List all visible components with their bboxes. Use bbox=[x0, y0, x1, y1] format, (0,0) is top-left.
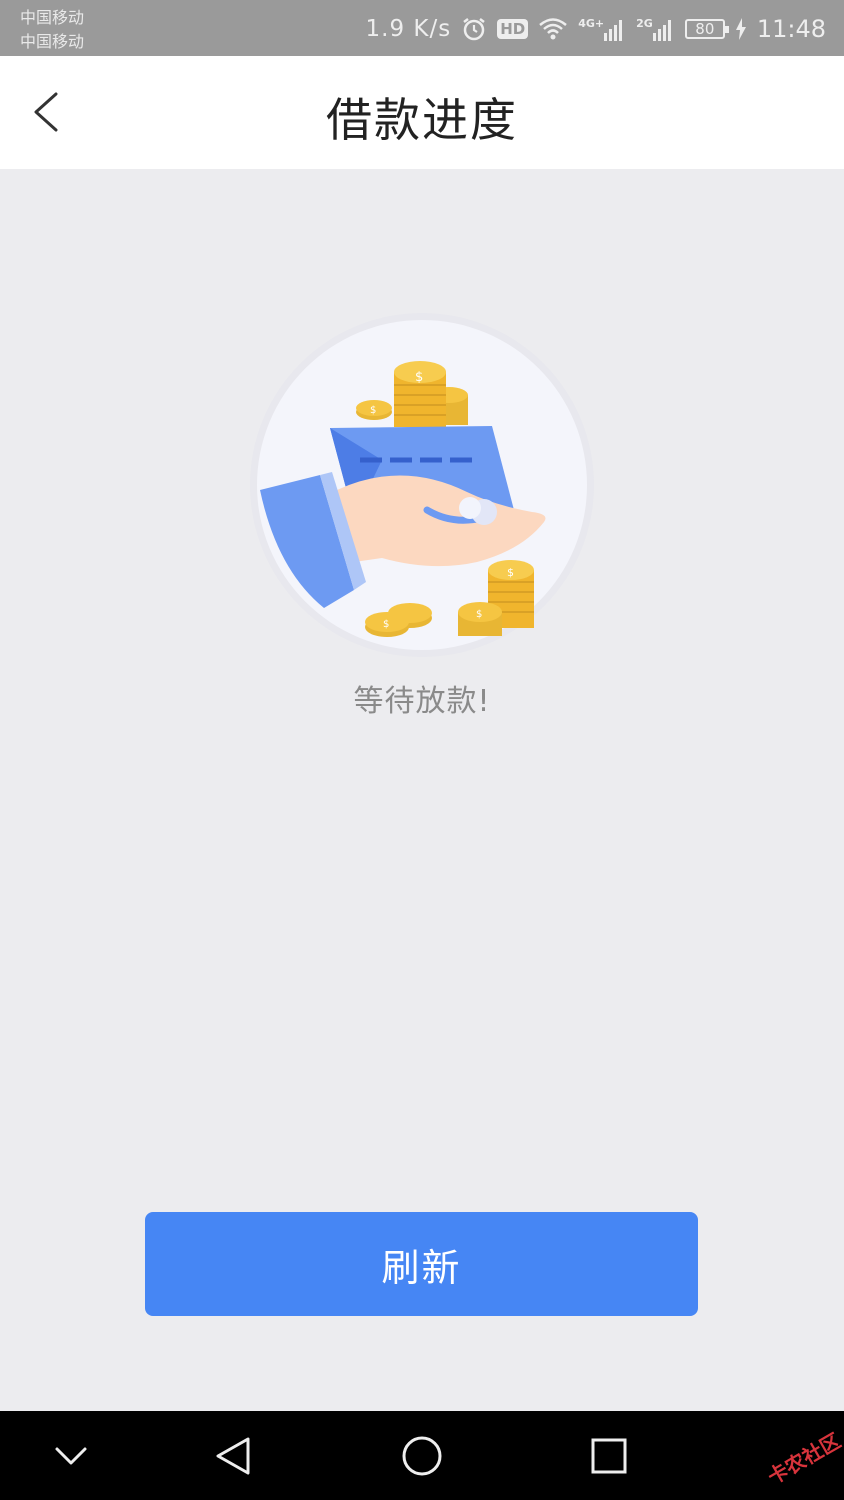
svg-text:$: $ bbox=[476, 609, 482, 620]
battery-level: 80 bbox=[695, 20, 715, 38]
clock: 11:48 bbox=[756, 15, 826, 43]
back-triangle-icon bbox=[216, 1437, 250, 1475]
app-header: 借款进度 bbox=[0, 56, 844, 169]
svg-text:$: $ bbox=[415, 370, 423, 385]
chevron-down-icon bbox=[55, 1447, 87, 1465]
svg-text:$: $ bbox=[383, 619, 389, 630]
status-bar: 中国移动 中国移动 1.9 K/s HD 4G+ 2G 80 11:48 bbox=[0, 0, 844, 56]
signal-1-label: 4G+ bbox=[578, 17, 605, 30]
signal-2g: 2G bbox=[636, 17, 675, 41]
carrier-1: 中国移动 bbox=[20, 8, 85, 27]
charging-icon bbox=[735, 18, 746, 40]
home-circle-icon bbox=[402, 1436, 442, 1476]
status-message: 等待放款! bbox=[353, 684, 491, 719]
svg-text:$: $ bbox=[507, 566, 514, 579]
carrier-labels: 中国移动 中国移动 bbox=[20, 6, 84, 54]
wifi-icon bbox=[539, 18, 568, 40]
system-nav-bar: 卡农社区 bbox=[0, 1411, 844, 1500]
hd-icon: HD bbox=[497, 19, 529, 39]
signal-4g: 4G+ bbox=[578, 17, 626, 41]
signal-icon bbox=[652, 20, 671, 41]
status-indicators: 1.9 K/s HD 4G+ 2G 80 11:48 bbox=[366, 12, 826, 46]
nav-collapse-button[interactable] bbox=[46, 1431, 96, 1481]
page-title: 借款进度 bbox=[326, 93, 518, 147]
watermark: 卡农社区 bbox=[763, 1428, 844, 1490]
battery-icon: 80 bbox=[684, 19, 729, 39]
network-speed: 1.9 K/s bbox=[365, 16, 452, 42]
nav-recents-button[interactable] bbox=[584, 1431, 634, 1481]
signal-icon bbox=[604, 20, 623, 41]
signal-2-label: 2G bbox=[636, 17, 653, 30]
refresh-button[interactable]: 刷新 bbox=[145, 1212, 698, 1316]
nav-home-button[interactable] bbox=[397, 1431, 447, 1481]
svg-text:$: $ bbox=[370, 405, 376, 416]
carrier-2: 中国移动 bbox=[20, 32, 85, 51]
recents-square-icon bbox=[591, 1438, 627, 1474]
nav-back-button[interactable] bbox=[208, 1431, 258, 1481]
loan-illustration: $ $ $ $ $ bbox=[232, 300, 612, 670]
alarm-icon bbox=[463, 18, 485, 41]
